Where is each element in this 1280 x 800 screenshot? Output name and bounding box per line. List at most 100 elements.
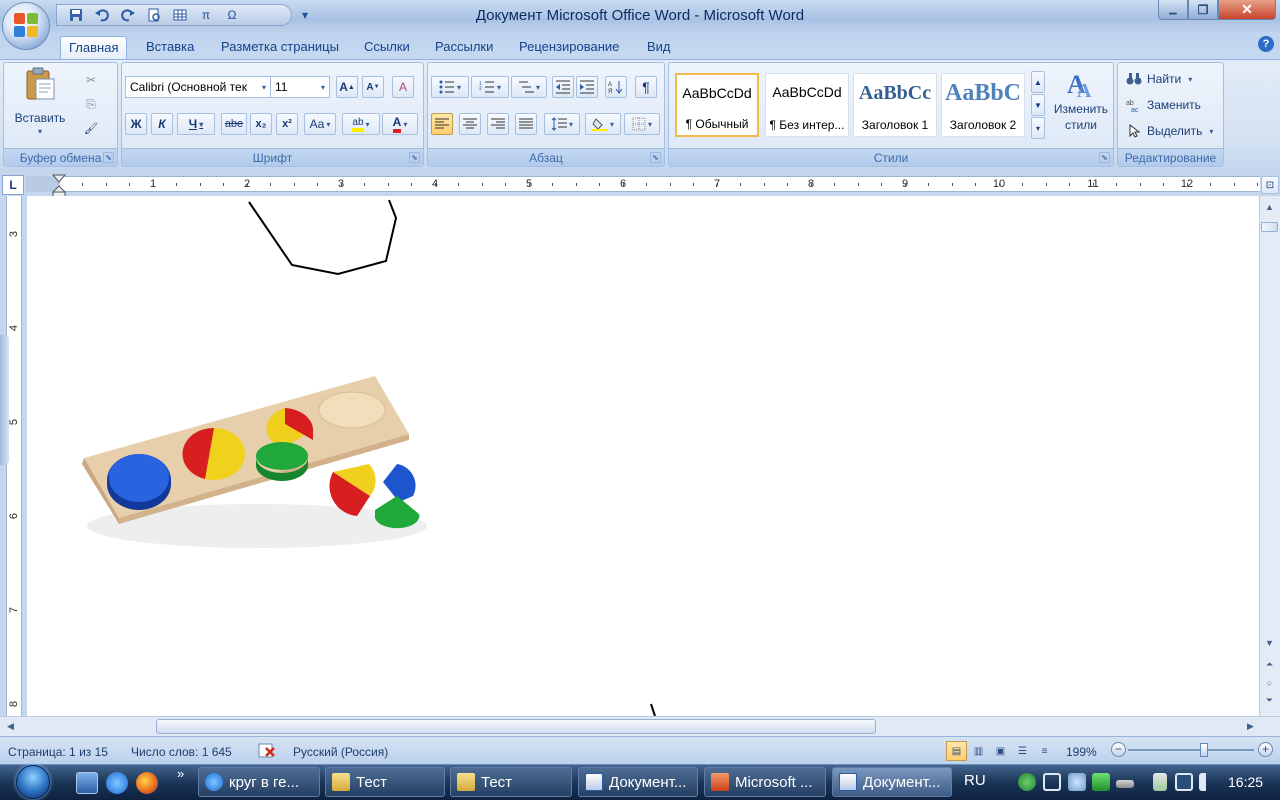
font-size-select[interactable]: 11 ▾ bbox=[270, 76, 330, 98]
line-spacing-button[interactable]: ▾ bbox=[544, 113, 580, 135]
print-layout-view-button[interactable]: ▤ bbox=[946, 741, 967, 761]
taskbar-item[interactable]: круг в ге... bbox=[198, 767, 320, 797]
maximize-button[interactable]: ❐ bbox=[1188, 0, 1218, 20]
zoom-slider[interactable] bbox=[1128, 749, 1254, 751]
tab-review[interactable]: Рецензирование bbox=[511, 36, 627, 60]
align-right-button[interactable] bbox=[487, 113, 509, 135]
tab-home[interactable]: Главная bbox=[60, 36, 128, 60]
cut-button[interactable]: ✂ bbox=[80, 69, 102, 91]
bullets-button[interactable]: ▾ bbox=[431, 76, 469, 98]
bold-button[interactable]: Ж bbox=[125, 113, 147, 135]
volume-icon[interactable] bbox=[1199, 773, 1217, 791]
subscript-button[interactable]: x₂ bbox=[250, 113, 272, 135]
shading-button[interactable]: ▾ bbox=[585, 113, 621, 135]
full-screen-reading-button[interactable]: ▥ bbox=[968, 741, 989, 761]
change-case-button[interactable]: Aa ▾ bbox=[304, 113, 336, 135]
web-layout-button[interactable]: ▣ bbox=[990, 741, 1011, 761]
zoom-slider-thumb[interactable] bbox=[1200, 743, 1208, 757]
office-button[interactable] bbox=[2, 2, 50, 50]
scroll-right-icon[interactable]: ▶ bbox=[1242, 718, 1259, 735]
quick-launch-more[interactable]: » bbox=[177, 766, 184, 781]
styles-scroll-up[interactable]: ▲ bbox=[1031, 71, 1045, 93]
undo-icon[interactable] bbox=[91, 6, 113, 24]
language-bar[interactable]: RU bbox=[964, 772, 986, 789]
taskbar-item[interactable]: Тест bbox=[325, 767, 445, 797]
fraction-circles-toy-image[interactable] bbox=[82, 376, 427, 548]
select-button[interactable]: Выделить ▾ bbox=[1126, 121, 1213, 141]
styles-more[interactable]: ▾ bbox=[1031, 117, 1045, 139]
polygon-drawing[interactable] bbox=[248, 199, 398, 276]
minimize-button[interactable]: ▁ bbox=[1158, 0, 1188, 20]
justify-button[interactable] bbox=[515, 113, 537, 135]
previous-page-icon[interactable]: ⏶ bbox=[1261, 656, 1278, 673]
change-styles-button[interactable]: AA Изменить стили bbox=[1049, 67, 1113, 147]
tab-stop-selector[interactable]: L bbox=[2, 175, 24, 195]
clipboard-dialog-launcher[interactable]: ⬊ bbox=[103, 152, 114, 163]
taskbar-item[interactable]: Тест bbox=[450, 767, 572, 797]
style-card-no-spacing[interactable]: AaBbCcDd ¶ Без интер... bbox=[765, 73, 849, 137]
find-button[interactable]: Найти ▾ bbox=[1126, 69, 1192, 89]
window-switch-icon[interactable] bbox=[1043, 773, 1061, 791]
page-indicator[interactable]: Страница: 1 из 15 bbox=[8, 745, 108, 759]
draft-view-button[interactable]: ≡ bbox=[1034, 741, 1055, 761]
scroll-down-icon[interactable]: ▼ bbox=[1261, 634, 1278, 651]
font-dialog-launcher[interactable]: ⬊ bbox=[409, 152, 420, 163]
redo-icon[interactable] bbox=[117, 6, 139, 24]
language-indicator[interactable]: Русский (Россия) bbox=[293, 745, 388, 759]
clock[interactable]: 16:25 bbox=[1228, 774, 1263, 790]
zoom-out-button[interactable]: − bbox=[1111, 742, 1126, 757]
proofing-icon[interactable] bbox=[258, 742, 278, 763]
font-family-select[interactable]: Calibri (Основной тек ▾ bbox=[125, 76, 271, 98]
view-ruler-button[interactable]: ⊡ bbox=[1261, 176, 1279, 194]
taskbar-item[interactable]: Документ... bbox=[832, 767, 952, 797]
multilevel-list-button[interactable]: ▾ bbox=[511, 76, 547, 98]
strikethrough-button[interactable]: abe bbox=[221, 113, 247, 135]
borders-button[interactable]: ▾ bbox=[624, 113, 660, 135]
internet-explorer-icon[interactable] bbox=[106, 772, 128, 794]
select-browse-object-icon[interactable]: ○ bbox=[1261, 674, 1278, 691]
close-button[interactable]: ✕ bbox=[1218, 0, 1276, 20]
styles-scroll-down[interactable]: ▼ bbox=[1031, 94, 1045, 116]
font-color-button[interactable]: A ▾ bbox=[382, 113, 418, 135]
paragraph-dialog-launcher[interactable]: ⬊ bbox=[650, 152, 661, 163]
tab-insert[interactable]: Вставка bbox=[138, 36, 202, 60]
network-icon[interactable] bbox=[1175, 773, 1193, 791]
scroll-left-icon[interactable]: ◀ bbox=[2, 718, 19, 735]
replace-button[interactable]: ab ac Заменить bbox=[1126, 95, 1201, 115]
help-icon[interactable]: ? bbox=[1258, 36, 1274, 52]
zoom-level[interactable]: 199% bbox=[1066, 745, 1097, 759]
superscript-button[interactable]: x² bbox=[276, 113, 298, 135]
sort-button[interactable]: AЯ bbox=[605, 76, 627, 98]
word-count[interactable]: Число слов: 1 645 bbox=[131, 745, 232, 759]
highlight-button[interactable]: ab ▾ bbox=[342, 113, 380, 135]
show-marks-button[interactable]: ¶ bbox=[635, 76, 657, 98]
numbering-button[interactable]: 1 2 ▾ bbox=[471, 76, 509, 98]
scroll-up-icon[interactable]: ▲ bbox=[1261, 198, 1278, 215]
indent-marker-icon[interactable] bbox=[52, 174, 66, 198]
style-card-heading-1[interactable]: AaBbCc Заголовок 1 bbox=[853, 73, 937, 137]
network-sync-icon[interactable] bbox=[1018, 773, 1036, 791]
taskbar-item[interactable]: Microsoft ... bbox=[704, 767, 826, 797]
increase-indent-button[interactable] bbox=[576, 76, 598, 98]
usb-device-icon[interactable] bbox=[1116, 780, 1134, 788]
tab-view[interactable]: Вид bbox=[639, 36, 679, 60]
save-icon[interactable] bbox=[65, 6, 87, 24]
outline-view-button[interactable]: ☰ bbox=[1012, 741, 1033, 761]
security-check-icon[interactable] bbox=[1092, 773, 1110, 791]
next-page-icon[interactable]: ⏷ bbox=[1261, 692, 1278, 709]
copy-button[interactable]: ⎘ bbox=[80, 93, 102, 115]
paste-button[interactable]: Вставить ▾ bbox=[14, 67, 66, 147]
battery-icon[interactable] bbox=[1153, 773, 1167, 791]
styles-dialog-launcher[interactable]: ⬊ bbox=[1099, 152, 1110, 163]
zoom-in-button[interactable]: + bbox=[1258, 742, 1273, 757]
equation-icon[interactable]: π bbox=[195, 6, 217, 24]
italic-button[interactable]: К bbox=[151, 113, 173, 135]
vertical-scroll-thumb[interactable] bbox=[1261, 222, 1278, 232]
tab-page-layout[interactable]: Разметка страницы bbox=[213, 36, 347, 60]
grow-font-button[interactable]: A ▲ bbox=[336, 76, 358, 98]
ruler-strip[interactable] bbox=[26, 176, 1260, 192]
style-card-normal[interactable]: AaBbCcDd ¶ Обычный bbox=[675, 73, 759, 137]
firefox-icon[interactable] bbox=[136, 772, 158, 794]
cloud-icon[interactable] bbox=[1068, 773, 1086, 791]
decrease-indent-button[interactable] bbox=[552, 76, 574, 98]
